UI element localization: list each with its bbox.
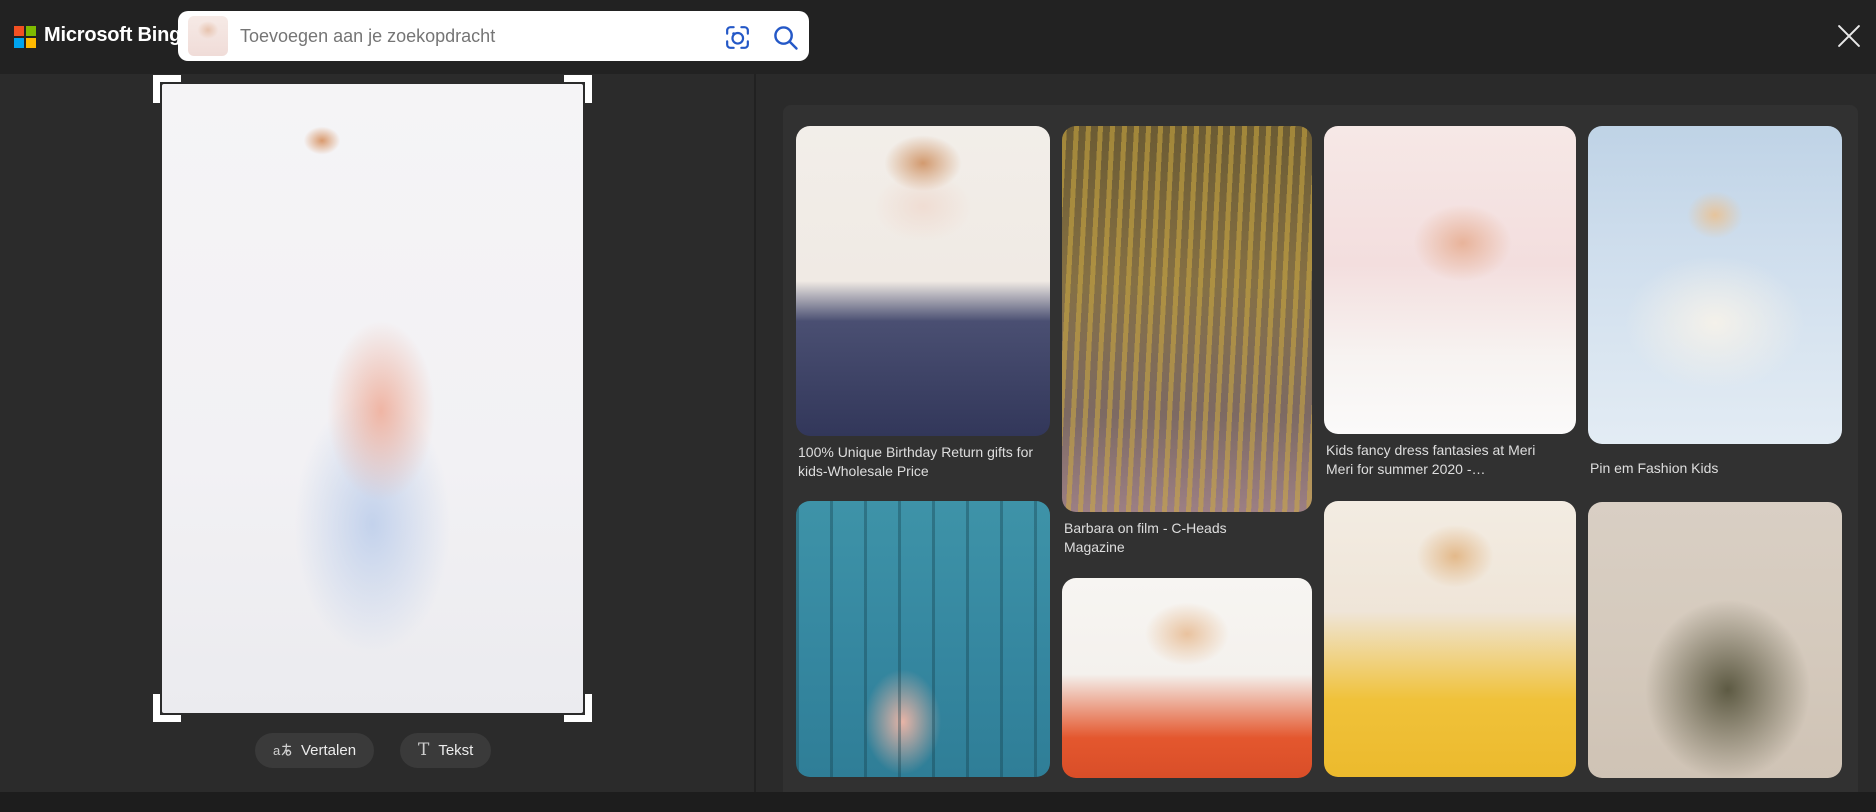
translate-button[interactable]: a Vertalen <box>255 733 375 768</box>
related-image-birthday-crown[interactable] <box>796 126 1050 436</box>
related-image-caption[interactable]: Pin em Fashion Kids <box>1590 459 1828 478</box>
crop-handle-top-left[interactable] <box>153 75 181 103</box>
query-image[interactable] <box>153 75 592 722</box>
search-bar[interactable] <box>178 11 809 61</box>
logo-square-yellow <box>26 38 36 48</box>
crop-handle-top-right[interactable] <box>564 75 592 103</box>
related-image-gold-tinsel[interactable] <box>1062 126 1312 512</box>
related-image-caption[interactable]: 100% Unique Birthday Return gifts for ki… <box>798 443 1036 481</box>
svg-text:a: a <box>273 743 281 758</box>
text-button[interactable]: T Tekst <box>400 733 492 768</box>
page-background-strip <box>0 792 1876 812</box>
related-images-panel: 100% Unique Birthday Return gifts for ki… <box>783 105 1858 792</box>
grid-column-2: Barbara on film - C-Heads Magazine <box>1062 126 1312 778</box>
grid-column-3: Kids fancy dress fantasies at Meri Meri … <box>1324 126 1576 778</box>
microsoft-logo-icon[interactable] <box>14 26 36 48</box>
related-image-sky-confetti[interactable] <box>1588 126 1842 444</box>
query-image-thumbnail[interactable] <box>188 16 228 56</box>
top-bar: Microsoft Bing <box>0 0 1876 74</box>
logo-square-blue <box>14 38 24 48</box>
related-image-floral-dress[interactable] <box>1588 502 1842 778</box>
visual-search-icon[interactable] <box>722 22 753 53</box>
grid-column-4: Pin em Fashion Kids <box>1588 126 1842 778</box>
search-input[interactable] <box>240 11 710 61</box>
brand-title[interactable]: Microsoft Bing <box>44 24 181 47</box>
logo-square-red <box>14 26 24 36</box>
grid-column-1: 100% Unique Birthday Return gifts for ki… <box>796 126 1050 778</box>
related-image-yellow-dress[interactable] <box>1324 501 1576 777</box>
related-image-caption[interactable]: Kids fancy dress fantasies at Meri Meri … <box>1326 441 1558 479</box>
logo-square-green <box>26 26 36 36</box>
related-image-caption[interactable]: Barbara on film - C-Heads Magazine <box>1064 519 1289 557</box>
panel-divider <box>754 74 756 792</box>
search-icon[interactable] <box>770 22 801 53</box>
crop-handle-bottom-right[interactable] <box>564 694 592 722</box>
translate-button-label: Vertalen <box>301 742 357 759</box>
text-button-label: Tekst <box>438 742 474 759</box>
crop-handle-bottom-left[interactable] <box>153 694 181 722</box>
related-image-teal-door[interactable] <box>796 501 1050 777</box>
close-icon[interactable] <box>1832 19 1866 53</box>
related-image-orange-sweater[interactable] <box>1062 578 1312 778</box>
related-image-rainbow-makeup[interactable] <box>1324 126 1576 434</box>
related-images-grid: 100% Unique Birthday Return gifts for ki… <box>796 126 1842 778</box>
translate-icon: a <box>273 741 292 760</box>
text-icon: T <box>418 740 430 760</box>
